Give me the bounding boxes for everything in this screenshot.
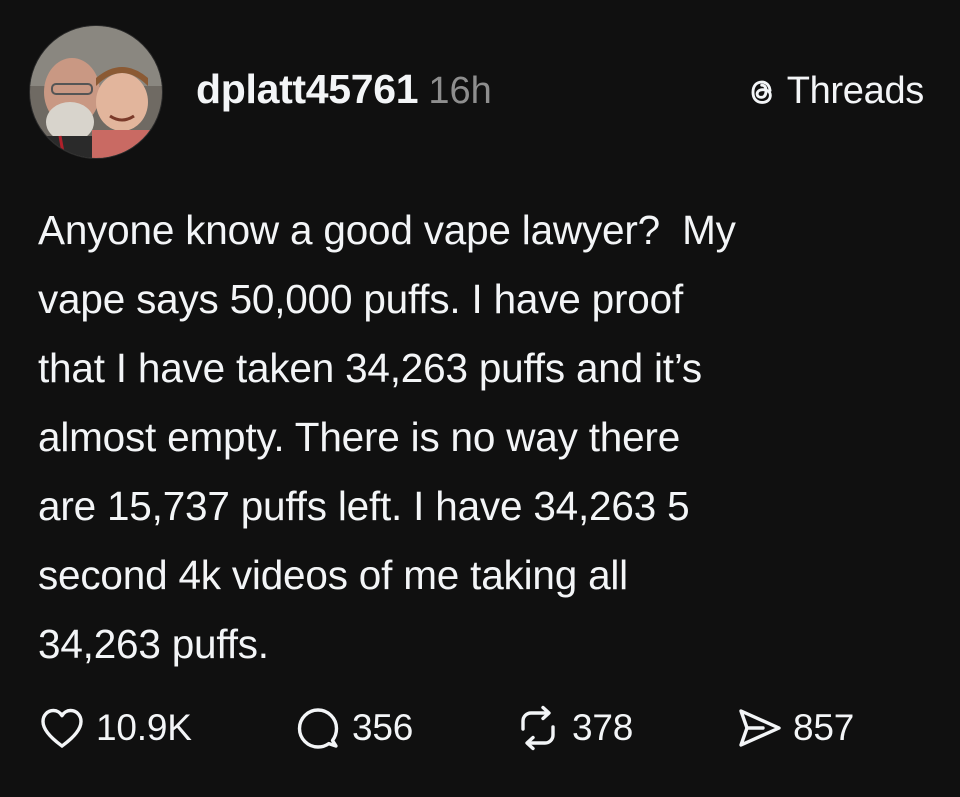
repost-button[interactable]: 378 — [512, 700, 633, 756]
reply-count: 356 — [352, 707, 414, 748]
threads-brand: Threads — [743, 70, 924, 113]
avatar-photo — [30, 26, 162, 158]
share-button[interactable]: 857 — [733, 700, 854, 756]
threads-logo-icon — [751, 80, 772, 104]
post-actions: 10.9K 356 378 857 — [0, 700, 960, 756]
heart-icon — [41, 708, 83, 748]
comment-icon — [297, 708, 339, 749]
timestamp: 16h — [428, 70, 492, 112]
like-count: 10.9K — [96, 707, 192, 748]
username[interactable]: dplatt45761 — [196, 66, 419, 113]
post-header: dplatt45761 16h — [196, 66, 492, 122]
send-icon — [739, 709, 781, 747]
brand-label: Threads — [786, 70, 925, 112]
share-count: 857 — [793, 707, 855, 748]
repost-count: 378 — [572, 707, 634, 748]
repost-icon — [521, 705, 555, 751]
like-button[interactable]: 10.9K — [36, 700, 192, 756]
reply-button[interactable]: 356 — [292, 700, 413, 756]
post-body-text: Anyone know a good vape lawyer? My vape … — [38, 207, 736, 667]
avatar[interactable] — [30, 26, 162, 158]
threads-post: dplatt45761 16h Threads Anyone know a go… — [0, 0, 960, 797]
